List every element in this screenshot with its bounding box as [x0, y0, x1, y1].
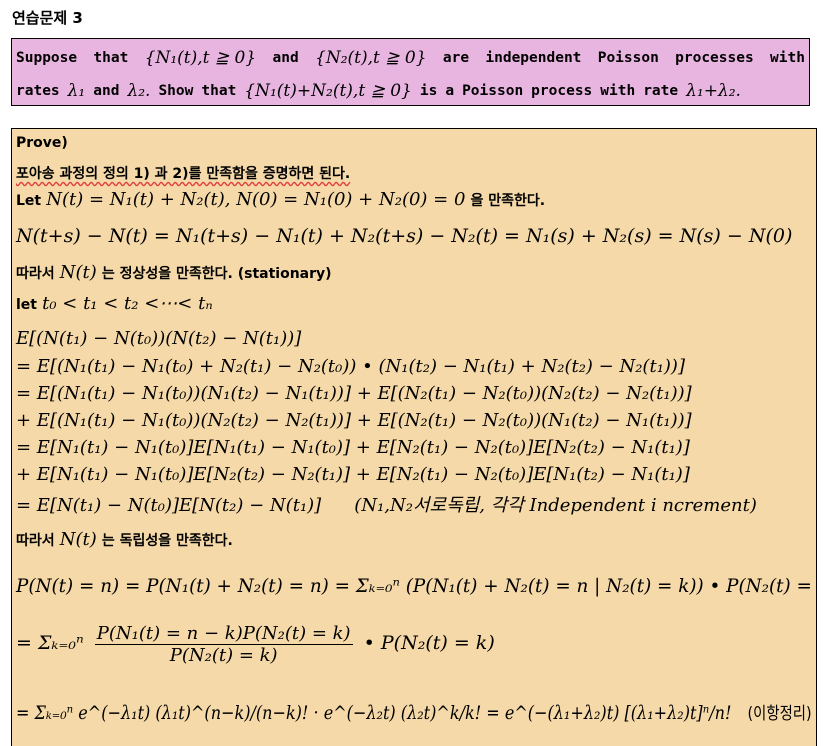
word: rate: [643, 83, 679, 99]
word: process: [531, 83, 593, 99]
times-probability: • P(N₂(t) = k): [363, 632, 495, 654]
word: rates: [16, 83, 60, 99]
word: are: [442, 50, 470, 66]
binomial-theorem-note: (이항정리): [747, 704, 812, 724]
probability-line-2: = Σₖ₌₀ⁿ P(N₁(t) = n − k)P(N₂(t) = k) P(N…: [16, 623, 495, 666]
time-order-math: t₀ < t₁ < t₂ <⋯< tₙ: [42, 293, 213, 314]
math-lambda1: λ₁: [67, 81, 86, 101]
def-n-equation: N(t) = N₁(t) + N₂(t), N(0) = N₁(0) + N₂(…: [46, 189, 466, 210]
proof-heading: Prove): [16, 135, 68, 151]
fraction: P(N₁(t) = n − k)P(N₂(t) = k) P(N₂(t) = k…: [94, 623, 353, 666]
word: with: [600, 83, 636, 99]
expectation-line-5: = E[N₁(t₁) − N₁(t₀)]E[N₁(t₁) − N₁(t₀)] +…: [16, 437, 690, 458]
word: Show: [158, 83, 194, 99]
expectation-line-6: + E[N₁(t₁) − N₁(t₀)]E[N₂(t₂) − N₂(t₁)] +…: [16, 464, 690, 485]
fraction-denominator: P(N₂(t) = k): [169, 645, 278, 666]
expectation-line-1: E[(N(t₁) − N(t₀))(N(t₂) − N(t₁))]: [16, 328, 302, 349]
problem-line-2: rates λ₁ and λ₂. Show that {N₁(t)+N₂(t),…: [16, 75, 805, 108]
independence-text: 는 독립성을 만족한다.: [101, 533, 233, 549]
problem-box: Suppose that {N₁(t),t ≧ 0} and {N₂(t),t …: [11, 38, 810, 106]
independence-line: 따라서 N(t) 는 독립성을 만족한다.: [16, 529, 233, 550]
stationary-line: 따라서 N(t) 는 정상성을 만족한다. (stationary): [16, 262, 332, 283]
word: processes: [675, 50, 754, 66]
expectation-line-4: + E[(N₁(t₁) − N₁(t₀))(N₂(t₂) − N₂(t₁))] …: [16, 410, 692, 431]
expectation-line-7: = E[N(t₁) − N(t₀)]E[N(t₂) − N(t₁)] (N₁,N…: [16, 491, 757, 517]
math-rate-sum: λ₁+λ₂.: [686, 81, 741, 101]
let-word: Let: [16, 193, 42, 209]
math-sum-process: {N₁(t)+N₂(t),t ≧ 0}: [244, 81, 412, 101]
expectation-result: = E[N(t₁) − N(t₀)]E[N(t₂) − N(t₁)]: [16, 495, 322, 516]
math-nt: N(t): [59, 529, 97, 550]
word: and: [93, 83, 120, 99]
poisson-result: = Σₖ₌₀ⁿ e^(−λ₁t) (λ₁t)^(n−k)/(n−k)! · e^…: [16, 702, 732, 724]
fraction-numerator: P(N₁(t) = n − k)P(N₂(t) = k): [94, 623, 353, 645]
expectation-line-2: = E[(N₁(t₁) − N₁(t₀) + N₂(t₁) − N₂(t₀)) …: [16, 356, 685, 377]
math-lambda2: λ₂.: [127, 81, 151, 101]
word: with: [770, 50, 805, 66]
stationary-text: 는 정상성을 만족한다. (stationary): [101, 266, 332, 282]
page-title: 연습문제 3: [12, 9, 83, 27]
word: independent: [485, 50, 582, 66]
word: is: [419, 83, 438, 99]
proof-goal-text: 포아송 과정의 정의 1) 과 2)를 만족함을 증명하면 된다.: [16, 163, 350, 183]
word: a: [445, 83, 455, 99]
increment-equation: N(t+s) − N(t) = N₁(t+s) − N₁(t) + N₂(t+s…: [16, 225, 793, 247]
proof-box: Prove) 포아송 과정의 정의 1) 과 2)를 만족함을 증명하면 된다.…: [11, 128, 817, 746]
math-nt: N(t): [59, 262, 97, 283]
time-order-line: let t₀ < t₁ < t₂ <⋯< tₙ: [16, 293, 213, 314]
probability-line-3: = Σₖ₌₀ⁿ e^(−λ₁t) (λ₁t)^(n−k)/(n−k)! · e^…: [16, 699, 812, 724]
sum-symbol: = Σₖ₌₀ⁿ: [16, 632, 84, 654]
therefore-word: 따라서: [16, 266, 55, 282]
word: Poisson: [462, 83, 524, 99]
satisfies-text: 을 만족한다.: [470, 193, 546, 209]
proof-let-line: Let N(t) = N₁(t) + N₂(t), N(0) = N₁(0) +…: [16, 189, 545, 210]
math-n1-process: {N₁(t),t ≧ 0}: [144, 48, 257, 68]
math-n2-process: {N₂(t),t ≧ 0}: [315, 48, 427, 68]
let-word: let: [16, 297, 37, 313]
therefore-word: 따라서: [16, 533, 55, 549]
word: that: [93, 50, 129, 66]
word: and: [272, 50, 299, 66]
expectation-line-3: = E[(N₁(t₁) − N₁(t₀))(N₁(t₂) − N₁(t₁))] …: [16, 383, 692, 404]
problem-line-1: Suppose that {N₁(t),t ≧ 0} and {N₂(t),t …: [16, 42, 805, 75]
word: that: [201, 83, 237, 99]
independence-note: (N₁,N₂서로독립, 각각 Independent i ncrement): [354, 495, 757, 516]
probability-line-1: P(N(t) = n) = P(N₁(t) + N₂(t) = n) = Σₖ₌…: [16, 575, 812, 597]
word: Poisson: [597, 50, 659, 66]
goal-sentence: 포아송 과정의 정의 1) 과 2)를 만족함을 증명하면 된다.: [16, 166, 351, 182]
word: Suppose: [16, 50, 78, 66]
